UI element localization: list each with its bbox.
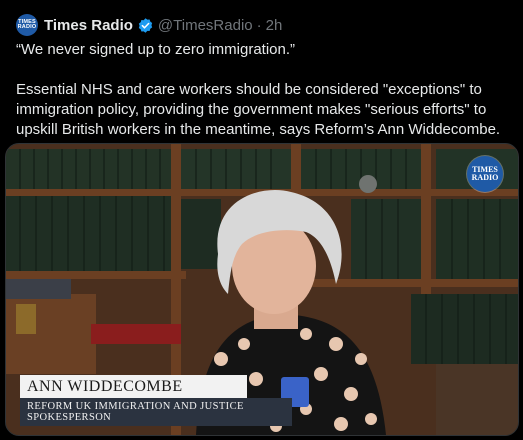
separator-dot: · (256, 16, 262, 34)
tweet-header: Times Radio @TimesRadio · 2h (44, 15, 282, 35)
tweet-text: “We never signed up to zero immigration.… (16, 40, 516, 140)
logo-line2: RADIO (471, 173, 499, 182)
lower-third-caption: ANN WIDDECOMBE REFORM UK IMMIGRATION AND… (20, 375, 292, 426)
media-image[interactable]: TIMES RADIO ANN WIDDECOMBE REFORM UK IMM… (5, 143, 519, 436)
tweet-body: Essential NHS and care workers should be… (16, 81, 501, 138)
caption-name: ANN WIDDECOMBE (20, 375, 247, 398)
caption-title: REFORM UK IMMIGRATION AND JUSTICE SPOKES… (20, 398, 292, 426)
tweet: TIMES RADIO Times Radio @TimesRadio · 2h… (0, 0, 523, 440)
avatar[interactable]: TIMES RADIO (16, 14, 38, 36)
times-radio-logo: TIMES RADIO (467, 156, 503, 192)
tweet-quote: “We never signed up to zero immigration.… (16, 41, 296, 58)
timestamp[interactable]: 2h (266, 17, 283, 34)
handle[interactable]: @TimesRadio (158, 17, 253, 34)
verified-badge-icon (137, 17, 154, 34)
avatar-line2: RADIO (17, 24, 37, 30)
display-name[interactable]: Times Radio (44, 17, 133, 34)
